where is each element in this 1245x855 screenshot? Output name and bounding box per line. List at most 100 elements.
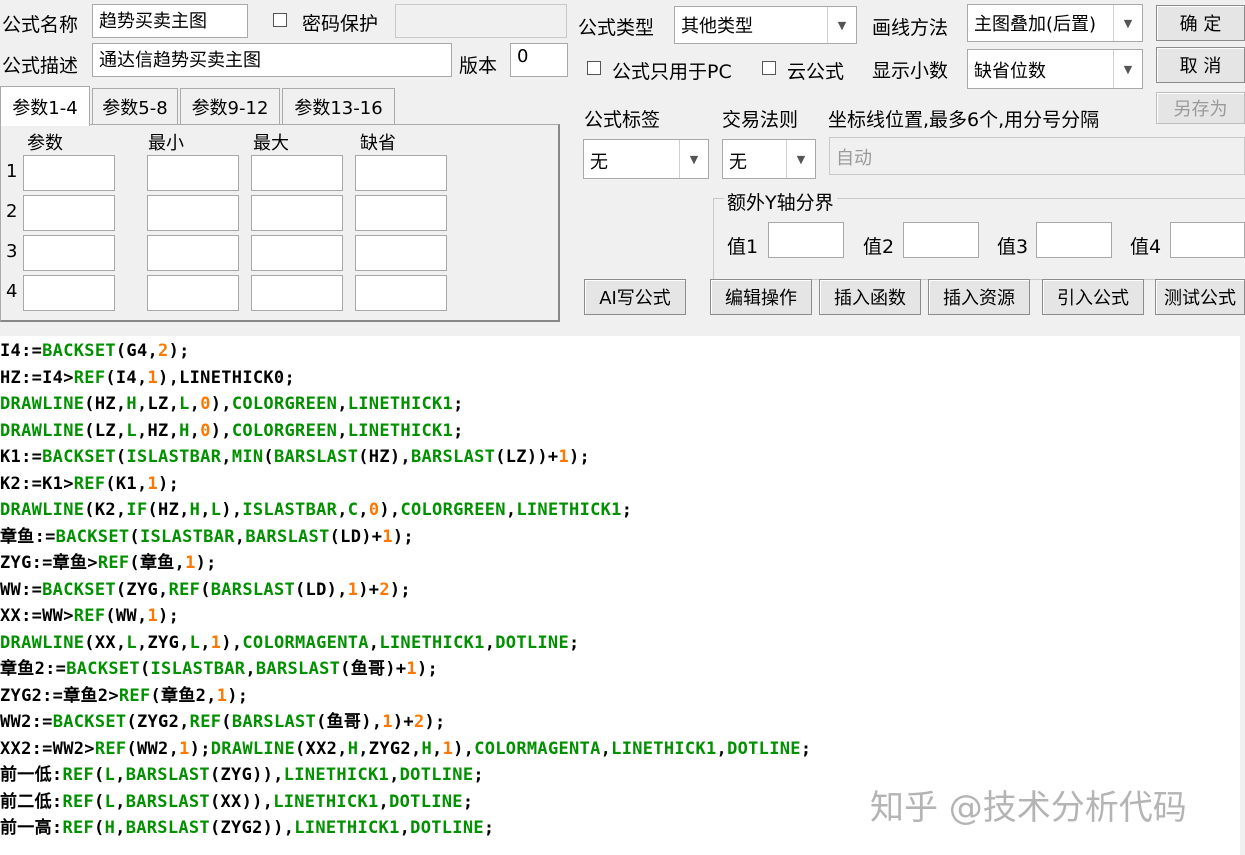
chevron-down-icon[interactable]: ▼: [679, 140, 708, 178]
formula-name-label: 公式名称: [2, 14, 79, 36]
chevron-down-icon[interactable]: ▼: [1113, 50, 1142, 88]
code-token: (LZ))+: [495, 447, 559, 467]
code-token: (ZYG2,: [126, 712, 190, 732]
decimals-select[interactable]: 缺省位数 ▼: [967, 49, 1143, 89]
code-token: REF: [73, 473, 106, 494]
trade-rule-select[interactable]: 无 ▼: [722, 139, 816, 179]
value1-input[interactable]: [768, 222, 844, 258]
formula-type-value: 其他类型: [681, 16, 753, 37]
param-name-input[interactable]: [23, 275, 115, 311]
code-line: XX2:=WW2>REF(WW2,1);DRAWLINE(XX2,H,ZYG2,…: [0, 736, 811, 762]
code-token: H: [189, 500, 201, 520]
formula-name-input[interactable]: 趋势买卖主图: [92, 4, 248, 38]
insert-resource-button[interactable]: 插入资源: [928, 279, 1030, 315]
cancel-button[interactable]: 取 消: [1156, 47, 1245, 83]
tab-params-5-8[interactable]: 参数5-8: [92, 88, 178, 124]
trade-rule-value: 无: [729, 152, 747, 173]
param-default-input[interactable]: [355, 195, 447, 231]
param-min-input[interactable]: [147, 275, 239, 311]
code-token: L: [104, 791, 116, 812]
param-header-min: 最小: [148, 133, 184, 154]
code-token: 2: [379, 579, 390, 600]
code-token: 章鱼2:=: [0, 659, 67, 679]
code-token: BACKSET: [55, 526, 130, 547]
import-formula-button[interactable]: 引入公式: [1042, 279, 1144, 315]
code-token: WW:=: [0, 579, 43, 600]
version-label: 版本: [459, 55, 498, 77]
tab-params-9-12[interactable]: 参数9-12: [180, 88, 280, 124]
code-token: COLORMAGENTA: [242, 632, 369, 653]
insert-function-button[interactable]: 插入函数: [819, 279, 921, 315]
code-line: WW:=BACKSET(ZYG,REF(BARSLAST(LD),1)+2);: [0, 577, 411, 603]
code-token: WW2:=: [0, 712, 53, 732]
code-line: WW2:=BACKSET(ZYG2,REF(BARSLAST(鱼哥),1)+2)…: [0, 709, 446, 735]
code-token: (: [200, 579, 211, 600]
tab-params-13-16[interactable]: 参数13-16: [282, 88, 395, 124]
code-token: (ZYG2)),: [209, 818, 295, 838]
param-max-input[interactable]: [251, 235, 343, 271]
code-token: REF: [62, 791, 95, 812]
cloud-checkbox[interactable]: [762, 61, 776, 75]
code-token: REF: [118, 685, 151, 706]
draw-method-select[interactable]: 主图叠加(后置) ▼: [967, 4, 1143, 42]
param-name-input[interactable]: [23, 235, 115, 271]
param-default-input[interactable]: [355, 275, 447, 311]
param-default-input[interactable]: [355, 155, 447, 191]
code-line: DRAWLINE(XX,L,ZYG,L,1),COLORMAGENTA,LINE…: [0, 630, 580, 656]
code-token: ,: [368, 632, 380, 653]
cloud-label: 云公式: [787, 61, 845, 83]
code-token: BACKSET: [42, 341, 116, 361]
code-token: H: [104, 818, 116, 838]
param-name-input[interactable]: [23, 195, 115, 231]
tab-params-1-4[interactable]: 参数1-4: [0, 86, 90, 126]
ok-button[interactable]: 确 定: [1156, 5, 1245, 41]
pc-only-checkbox[interactable]: [587, 61, 601, 75]
chevron-down-icon[interactable]: ▼: [786, 140, 815, 178]
code-token: ,: [432, 738, 443, 759]
param-name-input[interactable]: [23, 155, 115, 191]
edit-operation-button[interactable]: 编辑操作: [710, 279, 812, 315]
code-token: LINETHICK1: [611, 738, 717, 759]
code-token: );: [227, 685, 249, 706]
code-token: 1: [147, 473, 159, 494]
value2-input[interactable]: [903, 222, 979, 258]
formula-tag-select[interactable]: 无 ▼: [583, 139, 709, 179]
password-checkbox[interactable]: [273, 13, 287, 27]
save-as-button[interactable]: 另存为: [1156, 92, 1245, 124]
code-token: );: [168, 341, 190, 361]
code-token: (ZYG,: [115, 579, 169, 600]
axis-position-input[interactable]: 自动: [829, 137, 1245, 175]
value4-input[interactable]: [1170, 222, 1245, 258]
code-token: BARSLAST: [125, 818, 210, 838]
ai-write-formula-button[interactable]: AI写公式: [584, 279, 686, 315]
code-token: C: [347, 500, 359, 520]
version-input[interactable]: 0: [510, 43, 568, 77]
password-input[interactable]: [395, 4, 567, 38]
param-max-input[interactable]: [251, 155, 343, 191]
code-token: (: [129, 526, 140, 547]
chevron-down-icon[interactable]: ▼: [1113, 5, 1142, 41]
value3-input[interactable]: [1036, 222, 1112, 258]
param-min-input[interactable]: [147, 155, 239, 191]
code-token: (鱼哥)+: [340, 659, 407, 679]
code-token: I4:=: [0, 341, 43, 361]
code-token: 1: [558, 447, 569, 467]
chevron-down-icon[interactable]: ▼: [827, 7, 856, 43]
formula-desc-input[interactable]: 通达信趋势买卖主图: [92, 43, 452, 77]
param-max-input[interactable]: [251, 195, 343, 231]
code-token: DOTLINE: [495, 632, 569, 653]
param-min-input[interactable]: [147, 235, 239, 271]
code-token: ISLASTBAR: [150, 659, 246, 679]
code-line: ZYG:=章鱼>REF(章鱼,1);: [0, 550, 217, 576]
param-min-input[interactable]: [147, 195, 239, 231]
code-line: DRAWLINE(K2,IF(HZ,H,L),ISLASTBAR,C,0),CO…: [0, 497, 632, 523]
formula-code-editor[interactable]: I4:=BACKSET(G4,2); HZ:=I4>REF(I4,1),LINET…: [0, 336, 1240, 855]
param-default-input[interactable]: [355, 235, 447, 271]
code-token: ISLASTBAR: [242, 500, 338, 520]
param-max-input[interactable]: [251, 275, 343, 311]
formula-type-select[interactable]: 其他类型 ▼: [674, 6, 857, 44]
code-token: DRAWLINE: [0, 500, 85, 520]
test-formula-button[interactable]: 测试公式: [1155, 279, 1245, 315]
code-token: 1: [216, 685, 228, 706]
code-token: );: [158, 606, 180, 626]
